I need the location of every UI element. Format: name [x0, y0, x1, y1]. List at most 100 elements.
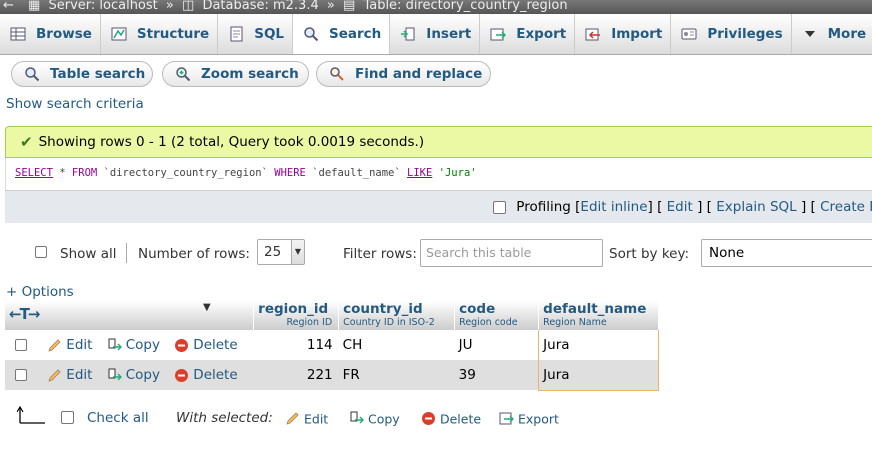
- cell-default-name[interactable]: Jura: [538, 330, 660, 360]
- bulk-copy-button[interactable]: Copy: [349, 411, 400, 429]
- breadcrumb-separator: »: [326, 0, 335, 13]
- delete-icon: [174, 338, 189, 353]
- column-header-default-name[interactable]: default_name Region Name: [538, 301, 660, 330]
- breadcrumb-separator: »: [165, 0, 174, 13]
- chevron-down-icon: [802, 26, 818, 42]
- cell-country-id[interactable]: CH: [338, 330, 455, 360]
- insert-icon: [400, 26, 416, 42]
- row-edit-link[interactable]: Edit: [47, 337, 96, 353]
- tab-sql[interactable]: SQL: [218, 14, 294, 54]
- subtab-label: Table search: [50, 66, 146, 82]
- breadcrumb-server[interactable]: Server: localhost: [48, 0, 157, 13]
- sql-keyword[interactable]: SELECT: [15, 167, 53, 179]
- subtab-find-replace[interactable]: Find and replace: [316, 61, 491, 87]
- bulk-export-button[interactable]: Export: [499, 411, 559, 429]
- edit-label: Edit: [66, 367, 93, 383]
- row-copy-link[interactable]: Copy: [107, 367, 165, 383]
- edit-inline-link[interactable]: Edit inline: [580, 199, 647, 215]
- breadcrumb: ← ▦ Server: localhost » ◫ Database: m2.3…: [0, 0, 872, 14]
- check-all-checkbox[interactable]: [61, 411, 74, 424]
- pencil-icon: [47, 368, 62, 383]
- column-header-region-id[interactable]: region_id Region ID: [253, 301, 340, 330]
- success-message: ✔ Showing rows 0 - 1 (2 total, Query too…: [5, 126, 872, 158]
- tab-import[interactable]: Import: [575, 14, 672, 54]
- browse-icon: [10, 26, 26, 42]
- column-comment: Region code: [459, 317, 518, 328]
- profiling-checkbox[interactable]: [493, 200, 506, 214]
- row-copy-link[interactable]: Copy: [107, 337, 165, 353]
- delete-label: Delete: [193, 337, 238, 353]
- tab-label: Browse: [36, 26, 92, 42]
- cell-region-id[interactable]: 114: [253, 330, 339, 360]
- row-delete-link[interactable]: Delete: [174, 367, 238, 383]
- cell-default-name[interactable]: Jura: [538, 360, 660, 391]
- pencil-icon: [285, 411, 300, 429]
- column-name: code: [459, 301, 496, 317]
- cell-code[interactable]: 39: [454, 360, 539, 390]
- table-row: Edit Copy Delete 221 FR 39 Jura: [5, 360, 660, 391]
- sql-tools-bar: Profiling [Edit inline] [ Edit ] [ Expla…: [5, 190, 872, 223]
- tab-privileges[interactable]: Privileges: [671, 14, 792, 54]
- check-all-label[interactable]: Check all: [87, 410, 149, 426]
- bulk-edit-button[interactable]: Edit: [285, 411, 328, 429]
- show-search-criteria-link[interactable]: Show search criteria: [6, 96, 144, 112]
- tab-browse[interactable]: Browse: [0, 14, 101, 54]
- back-arrow-icon[interactable]: ←: [3, 0, 14, 13]
- search-icon: [24, 66, 40, 82]
- column-resize-arrows-icon[interactable]: ←T→: [9, 305, 40, 323]
- tab-search[interactable]: Search: [293, 14, 391, 54]
- with-selected-label: With selected:: [176, 410, 273, 426]
- server-icon: ▦: [28, 0, 41, 13]
- table-header-row: ←T→ ▼ region_id Region ID country_id Cou…: [5, 301, 660, 330]
- column-header-code[interactable]: code Region code: [454, 301, 540, 330]
- row-edit-link[interactable]: Edit: [47, 367, 96, 383]
- tab-label: Insert: [426, 26, 472, 42]
- search-icon: [303, 26, 319, 42]
- subtab-table-search[interactable]: Table search: [11, 61, 153, 87]
- sort-by-key-label: Sort by key:: [609, 246, 690, 262]
- main-tabs: Browse Structure SQL Search Insert Expor…: [0, 14, 872, 55]
- sort-dropdown-icon[interactable]: ▼: [203, 302, 211, 313]
- tab-insert[interactable]: Insert: [390, 14, 481, 54]
- column-header-country-id[interactable]: country_id Country ID in ISO-2: [338, 301, 456, 330]
- row-delete-link[interactable]: Delete: [174, 337, 238, 353]
- copy-icon: [349, 411, 364, 429]
- bulk-copy-label: Copy: [367, 411, 400, 427]
- chevron-down-icon: ▼: [291, 240, 304, 264]
- copy-label: Copy: [125, 367, 160, 383]
- filter-rows-input[interactable]: Search this table: [420, 239, 603, 267]
- tab-export[interactable]: Export: [480, 14, 576, 54]
- row-checkbox[interactable]: [15, 339, 27, 351]
- sql-keyword[interactable]: LIKE: [407, 167, 432, 179]
- number-of-rows-label: Number of rows:: [138, 246, 250, 262]
- tab-structure[interactable]: Structure: [101, 14, 219, 54]
- show-all-label[interactable]: Show all: [60, 246, 117, 262]
- bulk-delete-button[interactable]: Delete: [421, 411, 481, 429]
- cell-code[interactable]: JU: [454, 330, 539, 360]
- tab-label: Structure: [136, 26, 210, 42]
- cell-country-id[interactable]: FR: [338, 360, 455, 390]
- navigation-row: Show all Number of rows: 25 ▼ Filter row…: [5, 235, 872, 271]
- table-row: Edit Copy Delete 114 CH JU Jura: [5, 330, 660, 360]
- explain-sql-link[interactable]: Explain SQL: [716, 199, 796, 215]
- breadcrumb-database[interactable]: Database: m2.3.4: [202, 0, 318, 13]
- edit-sql-link[interactable]: Edit: [667, 199, 693, 215]
- sql-icon: [228, 26, 244, 42]
- subtab-zoom-search[interactable]: Zoom search: [162, 61, 309, 87]
- cell-region-id[interactable]: 221: [253, 360, 339, 390]
- sql-keyword[interactable]: FROM: [72, 167, 97, 179]
- create-php-link[interactable]: Create PH: [820, 199, 872, 215]
- sql-keyword[interactable]: WHERE: [274, 167, 306, 179]
- bulk-actions: Check all With selected: Edit Copy Delet…: [15, 405, 872, 433]
- column-comment: Region ID: [286, 317, 333, 328]
- row-checkbox[interactable]: [15, 369, 27, 381]
- copy-label: Copy: [125, 337, 160, 353]
- export-icon: [490, 26, 507, 42]
- tab-more[interactable]: More: [792, 14, 872, 54]
- database-icon: ◫: [182, 0, 195, 13]
- show-all-checkbox[interactable]: [35, 246, 47, 258]
- number-of-rows-select[interactable]: 25 ▼: [257, 239, 305, 265]
- sort-by-key-select[interactable]: None: [701, 239, 872, 267]
- breadcrumb-table[interactable]: Table: directory_country_region: [363, 0, 567, 13]
- options-link[interactable]: + Options: [6, 284, 74, 300]
